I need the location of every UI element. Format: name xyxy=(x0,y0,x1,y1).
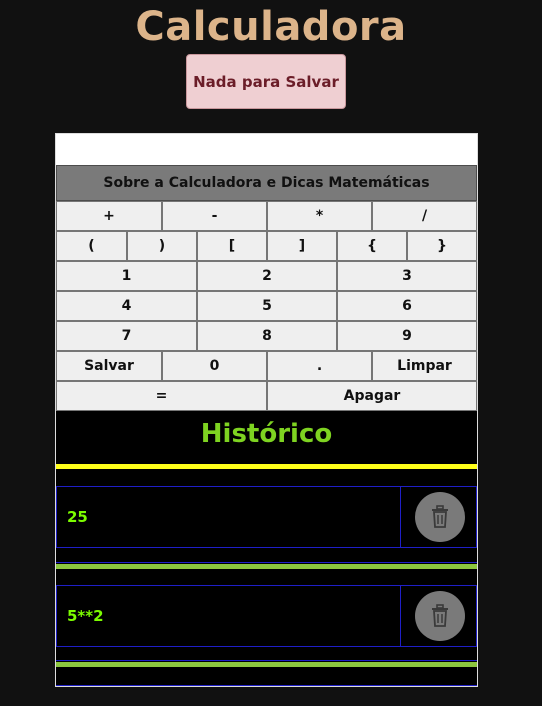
save-status-button[interactable]: Nada para Salvar xyxy=(186,54,346,109)
digit-5-button[interactable]: 5 xyxy=(197,291,337,321)
digit-4-button[interactable]: 4 xyxy=(56,291,197,321)
digit-6-button[interactable]: 6 xyxy=(337,291,477,321)
digit-3-button[interactable]: 3 xyxy=(337,261,477,291)
digit-8-button[interactable]: 8 xyxy=(197,321,337,351)
clear-button[interactable]: Limpar xyxy=(372,351,477,381)
history-line xyxy=(56,660,477,661)
history-item-separator xyxy=(400,586,401,646)
close-brace-button[interactable]: } xyxy=(407,231,477,261)
operator-divide-button[interactable]: / xyxy=(372,201,477,231)
calculator-panel: Sobre a Calculadora e Dicas Matemáticas … xyxy=(55,133,478,687)
save-button[interactable]: Salvar xyxy=(56,351,162,381)
history-item-separator xyxy=(400,487,401,547)
trash-icon xyxy=(432,505,448,528)
equals-button[interactable]: = xyxy=(56,381,267,411)
delete-history-button[interactable] xyxy=(415,492,465,542)
calculator-display[interactable] xyxy=(56,134,477,165)
app-title: Calculadora xyxy=(135,4,407,50)
history-divider xyxy=(56,464,477,469)
digit-9-button[interactable]: 9 xyxy=(337,321,477,351)
operator-multiply-button[interactable]: * xyxy=(267,201,372,231)
history-line xyxy=(56,685,477,686)
history-item[interactable]: 5**2 xyxy=(56,585,477,647)
delete-button[interactable]: Apagar xyxy=(267,381,477,411)
history-divider xyxy=(56,564,477,569)
digit-2-button[interactable]: 2 xyxy=(197,261,337,291)
decimal-point-button[interactable]: . xyxy=(267,351,372,381)
about-calculator-button[interactable]: Sobre a Calculadora e Dicas Matemáticas xyxy=(56,165,477,201)
digit-1-button[interactable]: 1 xyxy=(56,261,197,291)
trash-icon xyxy=(432,604,448,627)
operator-plus-button[interactable]: + xyxy=(56,201,162,231)
close-paren-button[interactable]: ) xyxy=(127,231,197,261)
digit-0-button[interactable]: 0 xyxy=(162,351,267,381)
open-paren-button[interactable]: ( xyxy=(56,231,127,261)
open-brace-button[interactable]: { xyxy=(337,231,407,261)
delete-history-button[interactable] xyxy=(415,591,465,641)
history-item-value: 25 xyxy=(67,508,88,526)
operator-minus-button[interactable]: - xyxy=(162,201,267,231)
digit-7-button[interactable]: 7 xyxy=(56,321,197,351)
history-title: Histórico xyxy=(200,419,333,449)
close-bracket-button[interactable]: ] xyxy=(267,231,337,261)
history-item-value: 5**2 xyxy=(67,607,104,625)
history-item[interactable]: 25 xyxy=(56,486,477,548)
history-divider xyxy=(56,662,477,667)
open-bracket-button[interactable]: [ xyxy=(197,231,267,261)
history-line xyxy=(56,562,477,563)
